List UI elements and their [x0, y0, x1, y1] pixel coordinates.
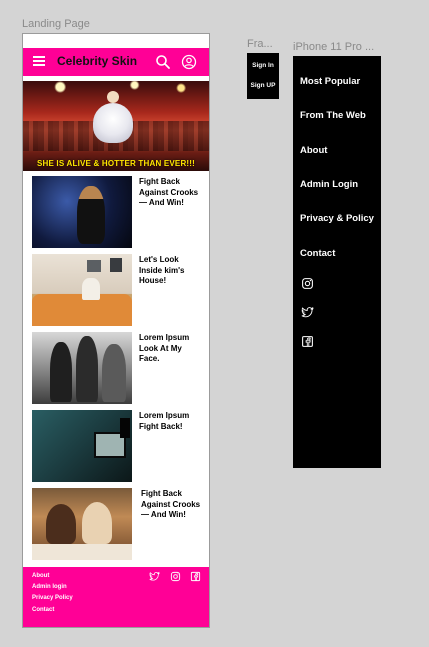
menu-frame-label: iPhone 11 Pro ... — [293, 41, 375, 53]
article-card[interactable]: Let's Look Inside kim's House! — [32, 254, 202, 326]
article-title[interactable]: Let's Look Inside kim's House! — [139, 255, 201, 287]
footer-link-privacy-policy[interactable]: Privacy Policy — [32, 595, 73, 601]
small-frame-label: Fra... — [247, 38, 273, 50]
article-card[interactable]: Fight Back Against Crooks — And Win! — [32, 488, 202, 560]
hero-banner[interactable]: SHE IS ALIVE & HOTTER THAN EVER!!! — [23, 81, 209, 171]
user-icon[interactable] — [181, 54, 197, 70]
landing-frame-label: Landing Page — [22, 18, 90, 30]
menu-item-contact[interactable]: Contact — [300, 248, 335, 259]
instagram-icon[interactable] — [170, 571, 181, 582]
twitter-icon[interactable] — [301, 306, 314, 319]
sign-up-link[interactable]: Sign UP — [247, 82, 279, 89]
menu-item-from-the-web[interactable]: From The Web — [300, 110, 366, 121]
performer-dress — [93, 103, 133, 143]
facebook-icon[interactable] — [190, 571, 201, 582]
article-title[interactable]: Lorem Ipsum Fight Back! — [139, 411, 201, 432]
article-card[interactable]: Lorem Ipsum Look At My Face. — [32, 332, 202, 404]
article-title[interactable]: Fight Back Against Crooks — And Win! — [141, 489, 203, 521]
article-title[interactable]: Fight Back Against Crooks — And Win! — [139, 177, 201, 209]
sign-in-link[interactable]: Sign In — [247, 62, 279, 69]
footer-link-admin-login[interactable]: Admin login — [32, 584, 67, 590]
article-thumbnail[interactable] — [32, 488, 132, 560]
hero-caption: SHE IS ALIVE & HOTTER THAN EVER!!! — [36, 159, 196, 168]
landing-page-frame: Celebrity Skin SHE IS ALIVE & HOTTER THA… — [22, 33, 210, 628]
hamburger-icon[interactable] — [33, 56, 45, 66]
footer-link-contact[interactable]: Contact — [32, 607, 54, 613]
top-nav-bar: Celebrity Skin — [23, 48, 209, 76]
instagram-icon[interactable] — [301, 277, 314, 290]
mobile-menu-frame: Most Popular From The Web About Admin Lo… — [293, 56, 381, 468]
facebook-icon[interactable] — [301, 335, 314, 348]
menu-item-admin-login[interactable]: Admin Login — [300, 179, 358, 190]
site-footer: About Admin login Privacy Policy Contact — [23, 567, 209, 627]
brand-title[interactable]: Celebrity Skin — [57, 54, 137, 68]
article-title[interactable]: Lorem Ipsum Look At My Face. — [139, 333, 201, 365]
performer-head — [107, 91, 119, 103]
menu-item-about[interactable]: About — [300, 145, 327, 156]
menu-item-most-popular[interactable]: Most Popular — [300, 76, 360, 87]
article-card[interactable]: Fight Back Against Crooks — And Win! — [32, 176, 202, 248]
footer-link-about[interactable]: About — [32, 573, 49, 579]
menu-item-privacy-policy[interactable]: Privacy & Policy — [300, 213, 374, 224]
article-thumbnail[interactable] — [32, 176, 132, 248]
article-thumbnail[interactable] — [32, 410, 132, 482]
article-thumbnail[interactable] — [32, 332, 132, 404]
twitter-icon[interactable] — [149, 571, 160, 582]
article-card[interactable]: Lorem Ipsum Fight Back! — [32, 410, 202, 482]
article-thumbnail[interactable] — [32, 254, 132, 326]
search-icon[interactable] — [155, 54, 171, 70]
auth-frame: Sign In Sign UP — [247, 53, 279, 99]
